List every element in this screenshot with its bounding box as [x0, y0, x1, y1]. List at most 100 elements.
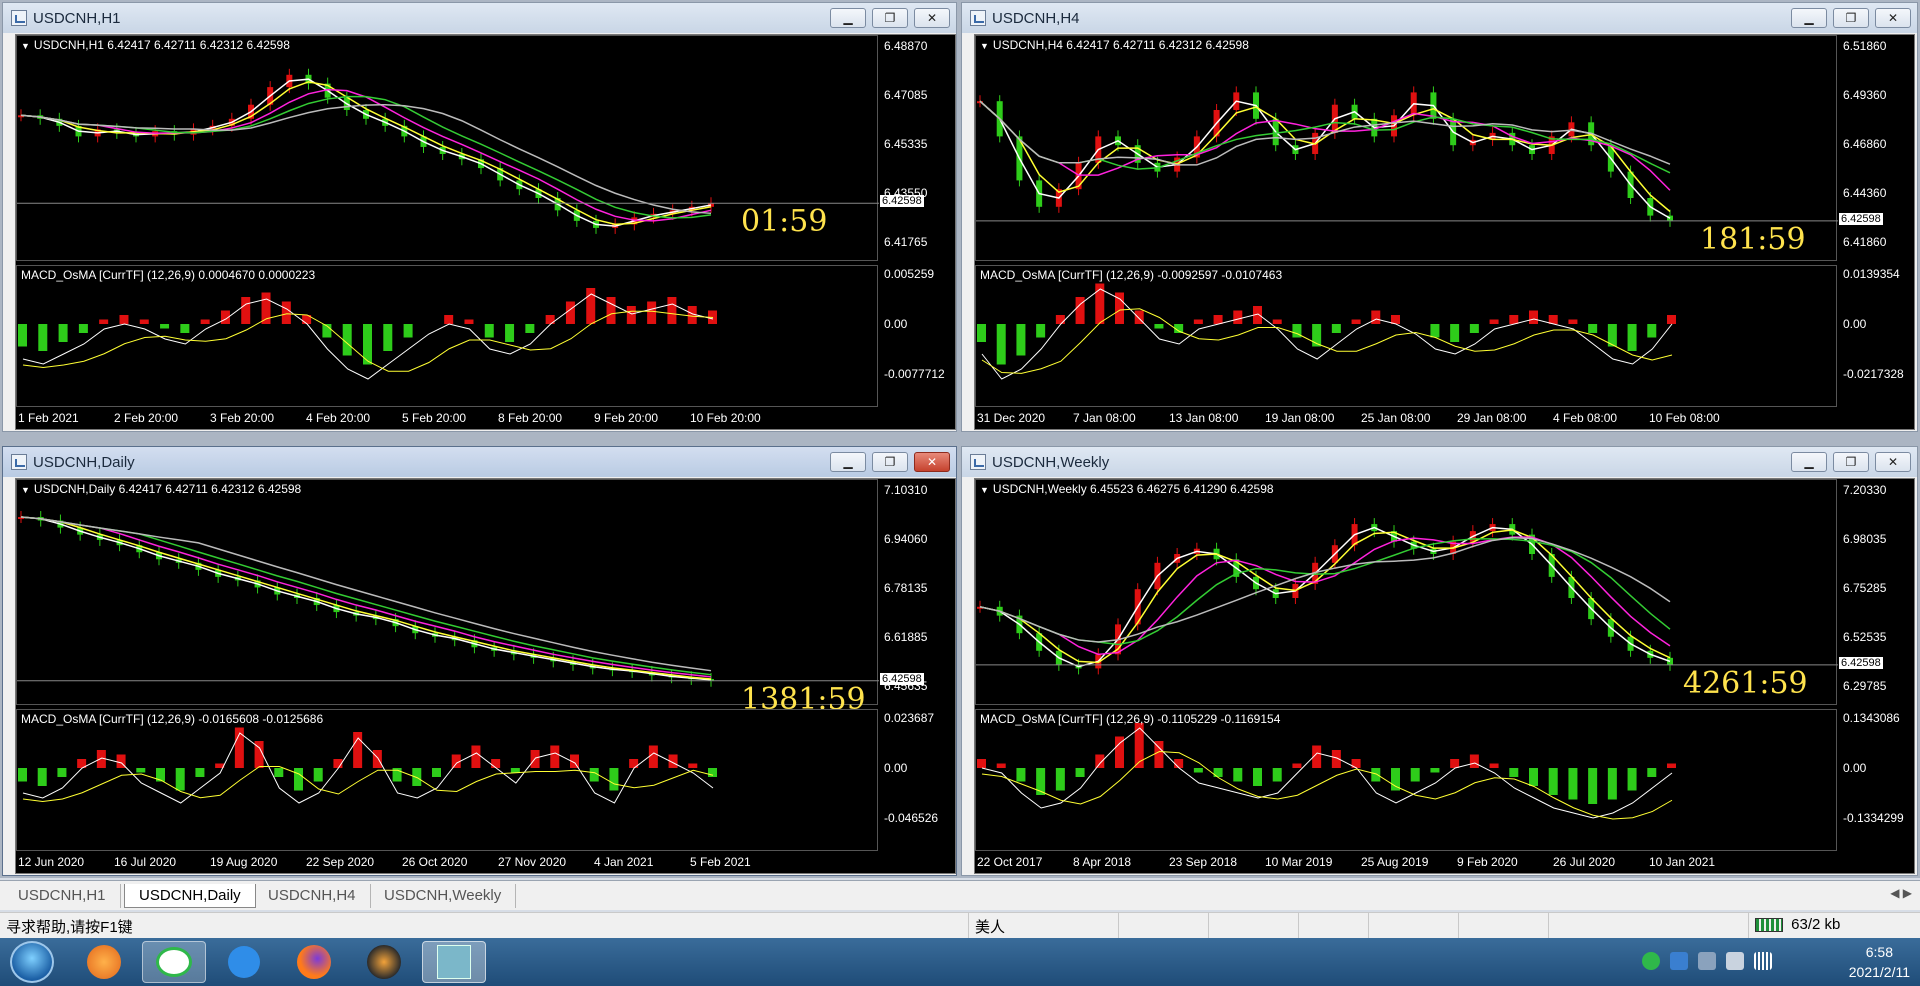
connection-status: 63/2 kb	[1748, 913, 1920, 939]
macd-histogram-bar	[37, 768, 47, 786]
minimize-button[interactable]: ▁	[830, 452, 866, 472]
bar-countdown-timer: 4261:59	[1683, 665, 1808, 701]
ma-yellow-line	[979, 100, 1671, 213]
chart-area[interactable]: ▼ USDCNH,Daily 6.42417 6.42711 6.42312 6.…	[15, 478, 956, 874]
restore-button[interactable]: ❐	[1833, 8, 1869, 28]
chart-menu-arrow-icon[interactable]: ▼	[21, 41, 30, 51]
app-orange-icon[interactable]	[72, 941, 136, 983]
mdi-workspace: USDCNH,H1 ▁ ❐ ✕ ▼ USDCNH,H1 6.42417 6.427…	[0, 0, 1920, 878]
chart-window-icon	[970, 454, 986, 470]
chart-tabs-bar: USDCNH,H1 USDCNH,Daily USDCNH,H4 USDCNH,…	[0, 880, 1920, 910]
macd-histogram-bar	[1430, 324, 1440, 338]
minimize-button[interactable]: ▁	[830, 8, 866, 28]
close-button[interactable]: ✕	[1875, 452, 1911, 472]
time-axis-label: 31 Dec 2020	[977, 411, 1046, 425]
macd-histogram-bar	[1627, 768, 1637, 791]
window-titlebar[interactable]: USDCNH,H4 ▁ ❐ ✕	[962, 3, 1917, 33]
close-button[interactable]: ✕	[914, 8, 950, 28]
time-axis-label: 22 Oct 2017	[977, 855, 1043, 869]
tab-usdcnh-daily[interactable]: USDCNH,Daily	[124, 884, 256, 908]
macd-histogram-bar	[18, 768, 27, 782]
chart-menu-arrow-icon[interactable]: ▼	[21, 485, 30, 495]
window-titlebar[interactable]: USDCNH,H1 ▁ ❐ ✕	[3, 3, 956, 33]
macd-histogram-bar	[119, 315, 129, 324]
price-scale-label: 6.46860	[1843, 137, 1887, 151]
window-titlebar[interactable]: USDCNH,Daily ▁ ❐ ✕	[3, 447, 956, 477]
minimize-button[interactable]: ▁	[1791, 8, 1827, 28]
security-tray-icon[interactable]	[1670, 952, 1688, 970]
chart-area[interactable]: ▼ USDCNH,H4 6.42417 6.42711 6.42312 6.425…	[974, 34, 1915, 430]
tab-usdcnh-h1[interactable]: USDCNH,H1	[4, 884, 121, 908]
app-character-icon[interactable]	[352, 941, 416, 983]
macd-histogram-bar	[629, 759, 639, 768]
time-axis-label: 25 Aug 2019	[1361, 855, 1429, 869]
price-scale-label: 6.75285	[1843, 581, 1887, 595]
tab-usdcnh-weekly[interactable]: USDCNH,Weekly	[370, 884, 517, 908]
time-axis-label: 27 Nov 2020	[498, 855, 567, 869]
signal-tray-icon[interactable]	[1754, 952, 1772, 970]
macd-histogram-bar	[432, 768, 441, 777]
macd-scale-label: 0.00	[884, 317, 908, 331]
close-button[interactable]: ✕	[1875, 8, 1911, 28]
macd-histogram-bar	[1430, 768, 1440, 773]
macd-histogram-bar	[1036, 324, 1046, 338]
chart-window-weekly[interactable]: USDCNH,Weekly ▁ ❐ ✕ ▼ USDCNH,Weekly 6.455…	[961, 446, 1918, 876]
macd-pane: MACD_OsMA [CurrTF] (12,26,9) -0.1105229 …	[975, 709, 1837, 851]
chart-area[interactable]: ▼ USDCNH,H1 6.42417 6.42711 6.42312 6.425…	[15, 34, 956, 430]
firefox-icon[interactable]	[282, 941, 346, 983]
price-pane: ▼ USDCNH,Daily 6.42417 6.42711 6.42312 6.…	[16, 479, 879, 705]
minimize-button[interactable]: ▁	[1791, 452, 1827, 472]
macd-scale-label: 0.005259	[884, 267, 935, 281]
macd-histogram-bar	[136, 768, 146, 773]
macd-histogram-bar	[1509, 315, 1519, 324]
chart-menu-arrow-icon[interactable]: ▼	[980, 485, 989, 495]
window-titlebar[interactable]: USDCNH,Weekly ▁ ❐ ✕	[962, 447, 1917, 477]
chart-area[interactable]: ▼ USDCNH,Weekly 6.45523 6.46275 6.41290 6…	[974, 478, 1915, 874]
chart-window-h4[interactable]: USDCNH,H4 ▁ ❐ ✕ ▼ USDCNH,H4 6.42417 6.427…	[961, 2, 1918, 432]
time-axis-label: 4 Jan 2021	[594, 855, 654, 869]
price-scale-label: 7.20330	[1843, 483, 1887, 497]
macd-histogram-bar	[1233, 310, 1243, 324]
macd-histogram-bar	[294, 768, 303, 791]
macd-pane: MACD_OsMA [CurrTF] (12,26,9) -0.0092597 …	[975, 265, 1837, 407]
network-tray-icon[interactable]	[1698, 952, 1716, 970]
time-axis-label: 2 Feb 20:00	[114, 411, 179, 425]
restore-button[interactable]: ❐	[872, 452, 908, 472]
clock-time: 6:58	[1865, 944, 1893, 960]
macd-histogram-bar	[491, 759, 501, 768]
macd-histogram-bar	[274, 768, 284, 777]
macd-histogram-bar	[444, 315, 454, 324]
volume-muted-icon[interactable]	[1726, 952, 1744, 970]
macd-histogram-bar	[648, 745, 658, 768]
macd-histogram-bar	[38, 324, 48, 351]
status-cell	[1208, 913, 1298, 939]
tab-scroll-arrows[interactable]: ◀ ▶	[1890, 886, 1912, 900]
wechat-tray-icon[interactable]	[1642, 952, 1660, 970]
ma-magenta-line	[979, 536, 1671, 656]
chart-window-daily[interactable]: USDCNH,Daily ▁ ❐ ✕ ▼ USDCNH,Daily 6.42417…	[2, 446, 957, 876]
macd-histogram-bar	[1371, 310, 1381, 324]
tab-usdcnh-h4[interactable]: USDCNH,H4	[254, 884, 371, 908]
macd-histogram-bar	[1272, 319, 1282, 324]
macd-histogram-bar	[1489, 319, 1499, 324]
macd-histogram-bar	[1469, 754, 1479, 768]
restore-button[interactable]: ❐	[872, 8, 908, 28]
start-button[interactable]	[10, 941, 54, 983]
close-button[interactable]: ✕	[914, 452, 950, 472]
edit-app-icon[interactable]	[212, 941, 276, 983]
chart-menu-arrow-icon[interactable]: ▼	[980, 41, 989, 51]
restore-button[interactable]: ❐	[1833, 452, 1869, 472]
macd-histogram-bar	[160, 324, 170, 329]
macd-histogram-bar	[1016, 324, 1026, 356]
chart-window-h1[interactable]: USDCNH,H1 ▁ ❐ ✕ ▼ USDCNH,H1 6.42417 6.427…	[2, 2, 957, 432]
metatrader-icon[interactable]	[422, 941, 486, 983]
macd-histogram-bar	[464, 319, 474, 324]
system-clock[interactable]: 6:58 2021/2/11	[1849, 942, 1910, 982]
chart-ohlc-text: USDCNH,H4 6.42417 6.42711 6.42312 6.4259…	[992, 38, 1249, 52]
macd-histogram-bar	[1075, 768, 1085, 777]
current-price-tag: 6.42598	[1839, 656, 1883, 669]
wechat-icon[interactable]	[142, 941, 206, 983]
window-title: USDCNH,H4	[992, 9, 1080, 27]
macd-histogram-bar	[1193, 768, 1203, 773]
macd-histogram-bar	[1095, 754, 1105, 768]
